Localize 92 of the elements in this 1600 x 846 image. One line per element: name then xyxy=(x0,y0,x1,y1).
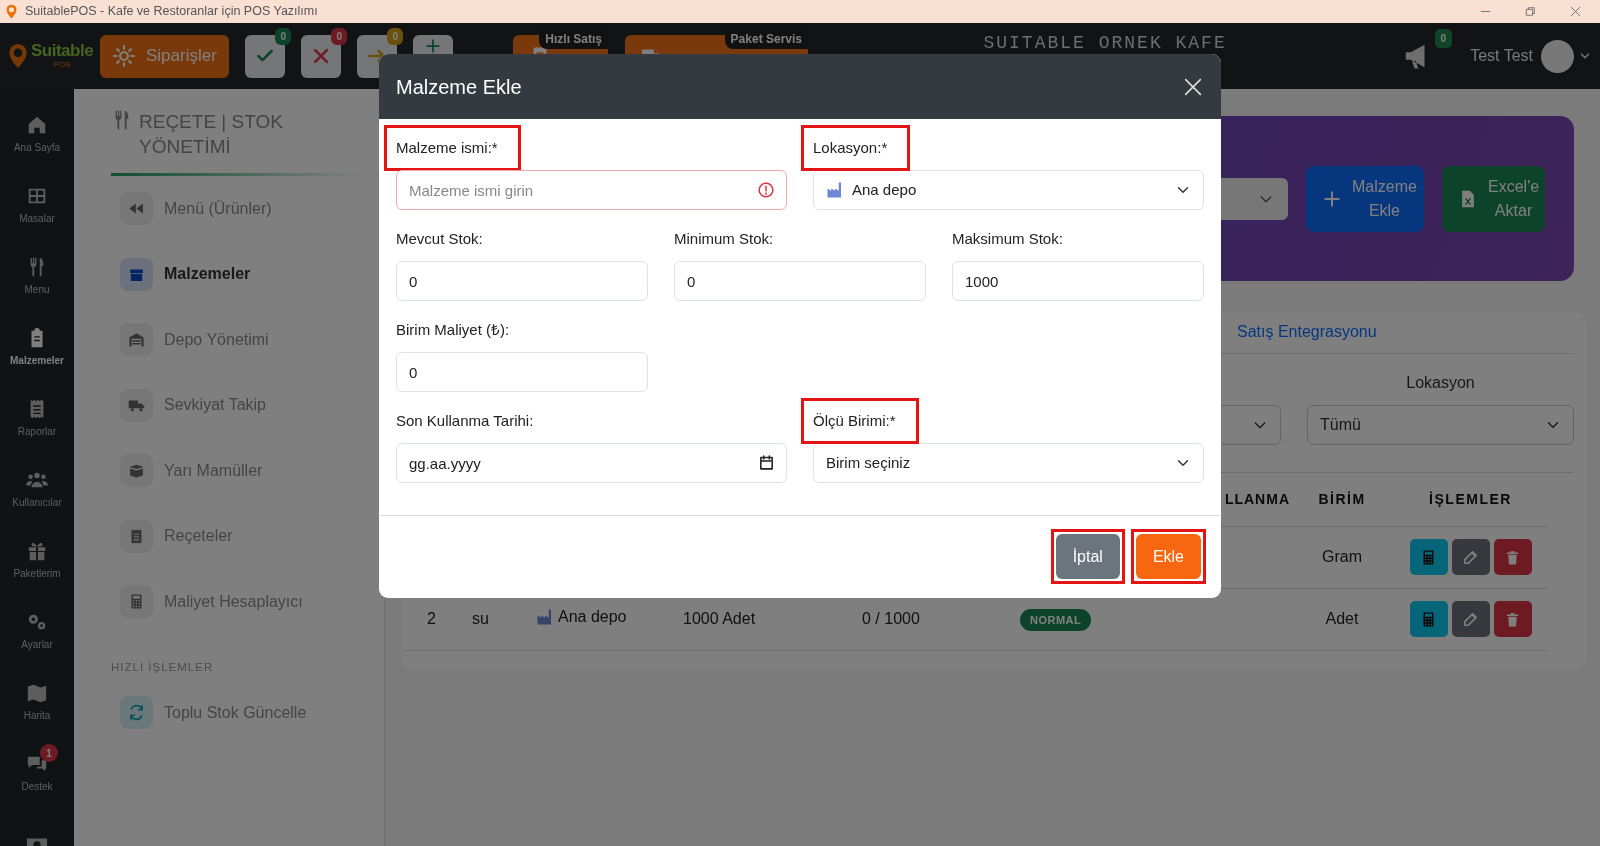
edit-icon xyxy=(1462,548,1479,566)
user-name[interactable]: Test Test xyxy=(1470,44,1533,68)
table-cell: Adet xyxy=(1290,588,1395,650)
section-link[interactable]: Maliyet Hesaplayıcı xyxy=(111,569,360,635)
status-badge: NORMAL xyxy=(1020,609,1092,631)
field-label: Maksimum Stok: xyxy=(952,228,1063,249)
sidebar-item[interactable]: Ayarlar xyxy=(0,596,74,667)
window-title: SuitablePOS - Kafe ve Restoranlar için POS Yazılımı xyxy=(25,3,318,21)
field-label: Lokasyon:* xyxy=(813,138,888,158)
date-field[interactable]: gg.aa.yyyy xyxy=(396,443,787,483)
location-select[interactable]: Ana depo xyxy=(813,170,1204,210)
section-link[interactable]: Reçeteler xyxy=(111,503,360,569)
location-filter-select[interactable]: Tümü xyxy=(1307,405,1574,445)
field-label: Mevcut Stok: xyxy=(396,228,483,249)
delete-button[interactable] xyxy=(1493,539,1532,575)
sidebar-item[interactable]: Paketlerim xyxy=(0,525,74,596)
action-button[interactable]: Excel'e Aktar xyxy=(1442,165,1545,232)
edit-button[interactable] xyxy=(1451,601,1490,637)
sidebar-item[interactable]: Raporlar xyxy=(0,383,74,454)
section-link[interactable]: Sevkiyat Takip xyxy=(111,372,360,438)
modal-title: Malzeme Ekle xyxy=(396,74,522,99)
mode-tag: Hızlı Satış xyxy=(539,28,608,49)
number-field[interactable]: 0 xyxy=(396,261,648,301)
field-label: Minimum Stok: xyxy=(674,228,774,249)
action-button[interactable]: Malzeme Ekle xyxy=(1306,165,1424,232)
section-link[interactable]: Malzemeler xyxy=(111,241,360,307)
number-field[interactable]: 1000 xyxy=(952,261,1204,301)
edit-button[interactable] xyxy=(1451,539,1490,575)
tab[interactable]: Satış Entegrasyonu xyxy=(1237,320,1377,344)
gear-icon xyxy=(112,44,136,68)
field-label: Ölçü Birimi:* xyxy=(813,411,896,431)
count-badge: 0 xyxy=(1434,29,1453,48)
sidebar-item[interactable]: Malzemeler xyxy=(0,312,74,383)
close-icon[interactable] xyxy=(1569,5,1582,18)
count-badge: 0 xyxy=(387,27,403,45)
logo-text: Suitable xyxy=(31,41,94,59)
filter-label: Lokasyon xyxy=(1406,373,1475,393)
calendar-icon xyxy=(758,454,775,471)
table-cell-text: Ana depo xyxy=(558,607,627,627)
warehouse-icon xyxy=(128,331,145,349)
plus-icon xyxy=(1322,188,1342,209)
section-link[interactable]: Menü (Ürünler) xyxy=(111,176,360,242)
count-badge: 0 xyxy=(331,27,347,45)
gift-icon xyxy=(26,540,48,562)
orders-button[interactable]: Siparişler xyxy=(100,34,229,78)
table-cell: Gram xyxy=(1290,526,1395,588)
section-title: REÇETE | STOK YÖNETİMİ xyxy=(139,110,284,159)
calculate-button[interactable] xyxy=(1409,601,1448,637)
house-icon xyxy=(26,114,48,136)
factory-icon xyxy=(826,181,844,199)
location-pin-icon xyxy=(4,4,19,19)
column-header: İŞLEMLER xyxy=(1395,473,1547,526)
trash-icon xyxy=(1504,610,1521,628)
submit-button[interactable]: Ekle xyxy=(1135,534,1201,579)
logo-subtext: POS xyxy=(52,58,72,71)
calculate-button[interactable] xyxy=(1409,539,1448,575)
sidebar-item[interactable]: Ana Sayfa xyxy=(0,99,74,170)
close-icon xyxy=(311,46,331,66)
map-icon xyxy=(26,682,48,704)
restore-icon[interactable] xyxy=(1524,5,1537,18)
mode-tag: Paket Servis xyxy=(724,28,808,49)
field-label: Son Kullanma Tarihi: xyxy=(396,410,534,431)
trash-icon xyxy=(1504,548,1521,566)
quick-action-button[interactable] xyxy=(301,34,341,78)
field-label: Malzeme ismi:* xyxy=(396,138,498,158)
sidebar-item[interactable]: Kullanıcılar xyxy=(0,454,74,525)
section-link[interactable]: Yarı Mamüller xyxy=(111,438,360,504)
edit-icon xyxy=(1462,610,1479,628)
number-field[interactable]: 0 xyxy=(396,352,648,392)
sidebar-item[interactable]: Masalar xyxy=(0,170,74,241)
number-field[interactable]: 0 xyxy=(674,261,926,301)
cafe-name: SUITABLE ORNEK KAFE xyxy=(982,32,1228,54)
sidebar-item[interactable]: Destek 1 xyxy=(0,738,74,809)
sidebar-item[interactable]: Harita xyxy=(0,667,74,738)
quick-action-button[interactable] xyxy=(245,34,285,78)
factory-icon xyxy=(536,608,554,626)
count-badge: 0 xyxy=(275,27,291,45)
count-badge: 1 xyxy=(40,744,58,762)
open-box-icon xyxy=(128,462,145,480)
unit-select[interactable]: Birim seçiniz xyxy=(813,443,1204,483)
plus-icon xyxy=(426,38,440,53)
column-header: BİRİM xyxy=(1290,473,1395,526)
cancel-button[interactable]: İptal xyxy=(1055,534,1120,579)
delete-button[interactable] xyxy=(1493,601,1532,637)
section-link[interactable]: Toplu Stok Güncelle xyxy=(111,679,360,746)
avatar[interactable] xyxy=(1541,39,1574,73)
text-field[interactable]: Malzeme ismi girin xyxy=(396,170,787,210)
refresh-icon xyxy=(128,704,145,721)
section-link[interactable]: Depo Yönetimi xyxy=(111,307,360,373)
field-label: Birim Maliyet (₺): xyxy=(396,319,510,340)
sidebar-item[interactable]: Menu xyxy=(0,241,74,312)
alert-icon xyxy=(757,181,775,199)
